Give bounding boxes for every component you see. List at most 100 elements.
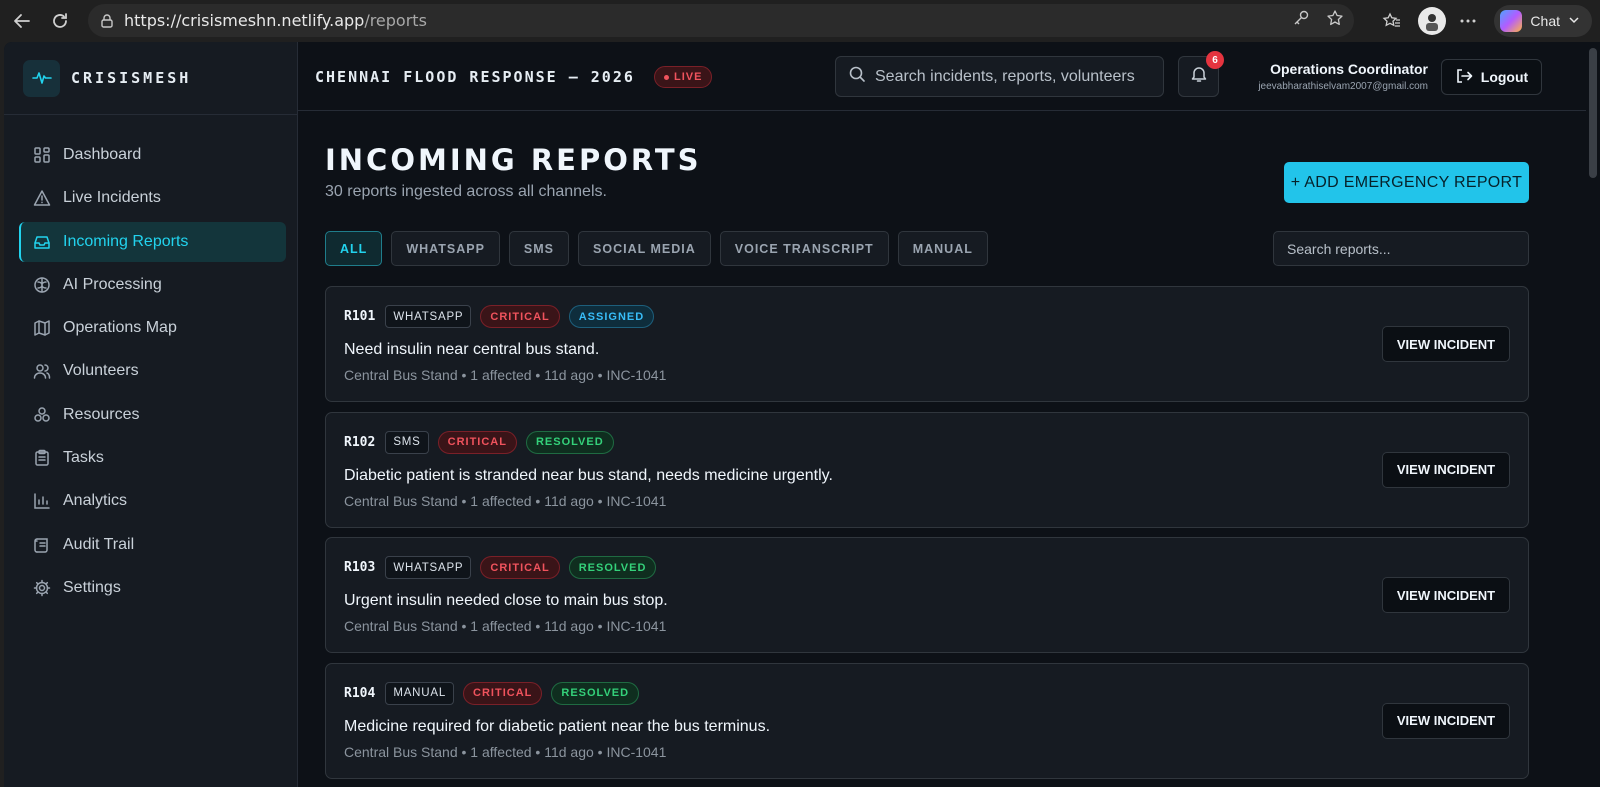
view-incident-button[interactable]: VIEW INCIDENT xyxy=(1382,451,1510,488)
status-badge: RESOLVED xyxy=(551,681,640,705)
logout-icon xyxy=(1455,67,1473,88)
sidebar-item-label: Live Incidents xyxy=(63,189,161,207)
sidebar-item-ai-processing[interactable]: AI Processing xyxy=(19,265,286,305)
report-id: R102 xyxy=(344,434,376,450)
gear-icon xyxy=(33,579,51,597)
channel-tag: WHATSAPP xyxy=(385,305,472,328)
brand-name: CRISISMESH xyxy=(71,69,192,87)
clipboard-icon xyxy=(33,449,51,467)
star-icon[interactable] xyxy=(1326,9,1344,32)
copilot-icon xyxy=(1500,9,1523,32)
sidebar-item-volunteers[interactable]: Volunteers xyxy=(19,351,286,391)
global-search[interactable] xyxy=(835,56,1164,97)
topbar: CHENNAI FLOOD RESPONSE — 2026 LIVE 6 Ope… xyxy=(298,42,1600,111)
severity-badge: CRITICAL xyxy=(480,305,560,328)
sidebar-item-settings[interactable]: Settings xyxy=(19,568,286,608)
report-header: R104 MANUAL CRITICAL RESOLVED xyxy=(344,681,640,705)
notifications-button[interactable]: 6 xyxy=(1178,51,1224,97)
browser-toolbar: https://crisismeshn.netlify.app/reports … xyxy=(0,0,1600,41)
boxes-icon xyxy=(33,406,51,424)
severity-badge: CRITICAL xyxy=(463,681,543,705)
sidebar-item-label: Volunteers xyxy=(63,362,139,380)
pulse-icon xyxy=(23,59,60,97)
filter-social-media[interactable]: SOCIAL MEDIA xyxy=(578,231,711,266)
copilot-chat-button[interactable]: Chat xyxy=(1494,4,1592,37)
app-window: CRISISMESH Dashboard Live Incidents Incomi… xyxy=(4,42,1600,787)
sidebar-item-label: Resources xyxy=(63,405,140,423)
address-bar[interactable]: https://crisismeshn.netlify.app/reports xyxy=(88,4,1354,37)
bell-icon xyxy=(1190,65,1208,88)
scroll-icon xyxy=(33,536,51,554)
sidebar: CRISISMESH Dashboard Live Incidents Incomi… xyxy=(4,42,298,787)
bar-chart-icon xyxy=(33,492,51,510)
filter-voice-transcript[interactable]: VOICE TRANSCRIPT xyxy=(719,231,889,266)
report-id: R104 xyxy=(344,685,376,701)
logout-label: Logout xyxy=(1480,69,1529,85)
lock-icon[interactable] xyxy=(98,12,116,30)
back-icon[interactable] xyxy=(6,5,38,37)
sidebar-item-label: Tasks xyxy=(63,449,104,467)
sidebar-item-label: Operations Map xyxy=(63,319,177,337)
sidebar-item-label: AI Processing xyxy=(63,275,162,293)
url-host: https://crisismeshn.netlify.app xyxy=(124,11,365,30)
filter-sms[interactable]: SMS xyxy=(508,231,570,266)
report-meta: Central Bus Stand • 1 affected • 11d ago… xyxy=(344,618,667,634)
status-badge: RESOLVED xyxy=(525,430,614,454)
sidebar-item-label: Analytics xyxy=(63,492,128,510)
sidebar-item-analytics[interactable]: Analytics xyxy=(19,481,286,521)
sidebar-item-dashboard[interactable]: Dashboard xyxy=(19,135,286,175)
page-title: INCOMING REPORTS xyxy=(325,143,702,177)
page-scrollbar[interactable] xyxy=(1586,42,1600,787)
report-header: R102 SMS CRITICAL RESOLVED xyxy=(344,430,614,454)
report-header: R101 WHATSAPP CRITICAL ASSIGNED xyxy=(344,305,655,328)
user-role: Operations Coordinator xyxy=(1270,61,1428,77)
report-header: R103 WHATSAPP CRITICAL RESOLVED xyxy=(344,556,657,579)
report-card: R102 SMS CRITICAL RESOLVED Diabetic patient … xyxy=(325,411,1529,528)
add-emergency-report-button[interactable]: + ADD EMERGENCY REPORT xyxy=(1284,162,1529,203)
more-icon[interactable] xyxy=(1452,5,1484,37)
report-id: R101 xyxy=(344,309,376,324)
sidebar-item-tasks[interactable]: Tasks xyxy=(19,438,286,478)
key-icon[interactable] xyxy=(1292,9,1310,32)
chevron-down-icon xyxy=(1568,13,1580,29)
report-card: R104 MANUAL CRITICAL RESOLVED Medicine requi… xyxy=(325,662,1529,779)
severity-badge: CRITICAL xyxy=(480,556,560,579)
filter-manual[interactable]: MANUAL xyxy=(897,231,988,266)
report-list: R101 WHATSAPP CRITICAL ASSIGNED Need insulin… xyxy=(325,286,1529,787)
logout-button[interactable]: Logout xyxy=(1441,59,1542,95)
brand: CRISISMESH xyxy=(4,42,297,115)
filter-all[interactable]: ALL xyxy=(325,231,383,266)
report-meta: Central Bus Stand • 1 affected • 11d ago… xyxy=(344,367,667,383)
sidebar-item-label: Incoming Reports xyxy=(63,232,189,250)
sidebar-item-live-incidents[interactable]: Live Incidents xyxy=(19,178,286,218)
sidebar-item-operations-map[interactable]: Operations Map xyxy=(19,308,286,348)
view-incident-button[interactable]: VIEW INCIDENT xyxy=(1382,326,1510,362)
scrollbar-thumb[interactable] xyxy=(1589,48,1597,178)
users-icon xyxy=(33,362,51,380)
global-search-input[interactable] xyxy=(875,67,1145,86)
sidebar-item-incoming-reports[interactable]: Incoming Reports xyxy=(19,221,286,262)
sidebar-item-resources[interactable]: Resources xyxy=(19,395,286,435)
report-search-input[interactable] xyxy=(1287,240,1517,257)
filter-whatsapp[interactable]: WHATSAPP xyxy=(391,231,500,266)
map-icon xyxy=(33,319,51,337)
view-incident-button[interactable]: VIEW INCIDENT xyxy=(1382,577,1510,613)
channel-tag: MANUAL xyxy=(385,681,455,705)
report-meta: Central Bus Stand • 1 affected • 11d ago… xyxy=(344,743,667,760)
report-card: R103 WHATSAPP CRITICAL RESOLVED Urgent insul… xyxy=(325,537,1529,653)
favorites-icon[interactable] xyxy=(1376,5,1408,37)
brain-icon xyxy=(33,276,51,294)
report-search[interactable] xyxy=(1273,231,1529,266)
sidebar-item-audit-trail[interactable]: Audit Trail xyxy=(19,525,286,565)
live-dot-icon xyxy=(664,74,669,80)
grid-icon xyxy=(33,146,51,164)
channel-filters: ALL WHATSAPP SMS SOCIAL MEDIA VOICE TRANSCRI… xyxy=(325,231,988,266)
reload-icon[interactable] xyxy=(44,5,76,37)
view-incident-button[interactable]: VIEW INCIDENT xyxy=(1382,702,1510,739)
profile-avatar[interactable] xyxy=(1418,6,1447,35)
sidebar-item-label: Dashboard xyxy=(63,146,142,163)
url-text[interactable]: https://crisismeshn.netlify.app/reports xyxy=(124,11,427,30)
url-path: /reports xyxy=(364,11,427,30)
alert-triangle-icon xyxy=(33,189,51,207)
user-email: jeevabharathiselvam2007@gmail.com xyxy=(1258,81,1428,92)
